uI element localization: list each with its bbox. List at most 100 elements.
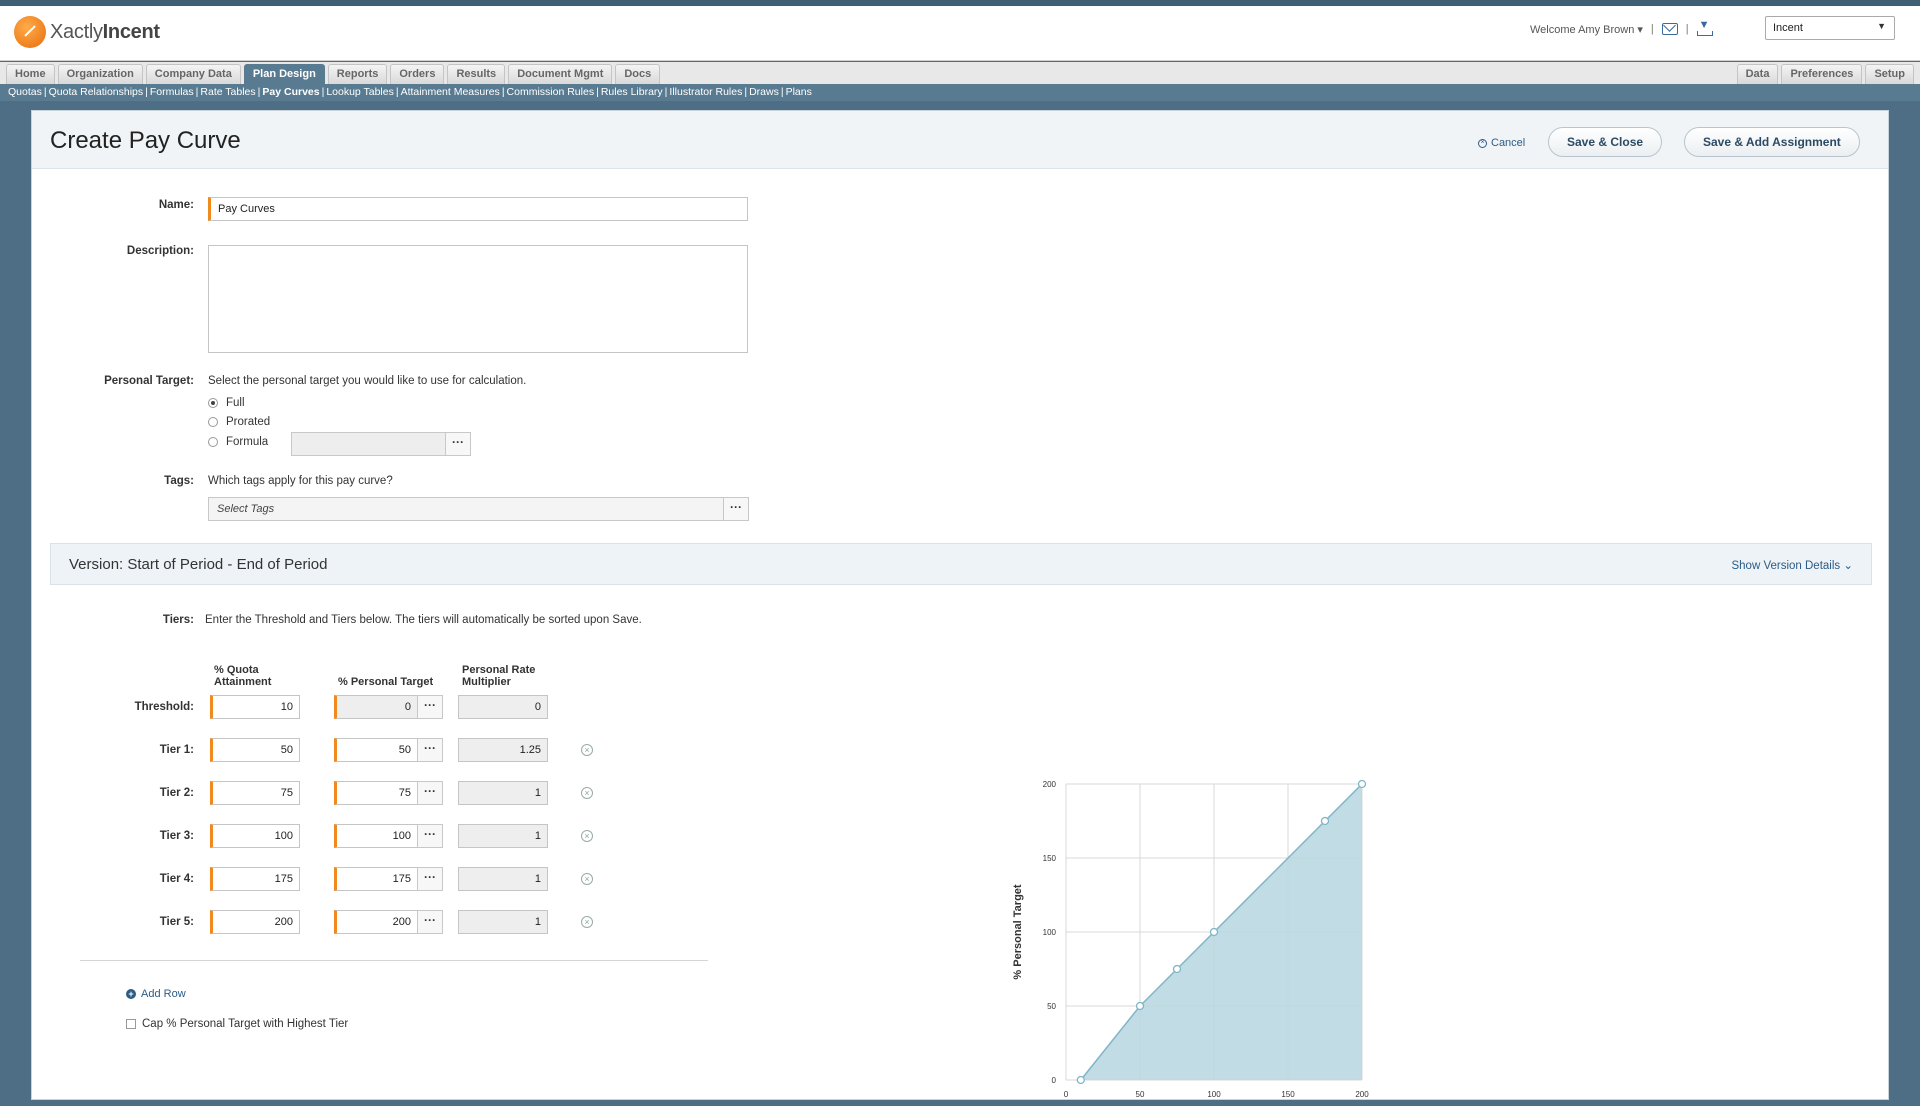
personal-target-input[interactable]: 200 — [334, 910, 418, 934]
quota-attainment-input[interactable]: 100 — [210, 824, 300, 848]
tab-data[interactable]: Data — [1736, 64, 1779, 84]
tags-select[interactable]: Select Tags — [208, 497, 724, 521]
quota-attainment-input[interactable]: 10 — [210, 695, 300, 719]
y-axis-label: % Personal Target — [1012, 884, 1024, 979]
app-select[interactable]: Incent ▼ — [1765, 16, 1895, 40]
subnav-rate-tables[interactable]: Rate Tables — [200, 86, 255, 98]
tab-plan-design[interactable]: Plan Design — [243, 64, 325, 84]
rate-multiplier-field: 1 — [458, 910, 548, 934]
tab-document-mgmt[interactable]: Document Mgmt — [508, 64, 613, 84]
app-header: XactlyIncent Welcome Amy Brown ▾ | | Inc… — [0, 6, 1920, 61]
radio-formula[interactable]: Formula — [208, 436, 268, 448]
cap-checkbox-row[interactable]: Cap % Personal Target with Highest Tier — [126, 1018, 348, 1030]
quota-attainment-input[interactable]: 75 — [210, 781, 300, 805]
target-formula-button[interactable]: ··· — [417, 695, 443, 719]
cancel-link[interactable]: × Cancel — [1478, 137, 1525, 149]
x-tick-label: 150 — [1281, 1090, 1295, 1099]
data-point — [1209, 927, 1219, 937]
logo-prefix: Xactly — [50, 20, 103, 43]
radio-button[interactable] — [208, 417, 218, 427]
tab-company-data[interactable]: Company Data — [145, 64, 241, 84]
target-formula-button[interactable]: ··· — [417, 738, 443, 762]
title-bar: Create Pay Curve × Cancel Save & Close S… — [32, 111, 1888, 169]
subnav-lookup-tables[interactable]: Lookup Tables — [326, 86, 394, 98]
personal-target-input[interactable]: 50 — [334, 738, 418, 762]
user-menu[interactable]: Welcome Amy Brown ▾ — [1530, 23, 1643, 36]
tier-row-label: Tier 1: — [159, 744, 194, 756]
radio-button[interactable] — [208, 398, 218, 408]
rate-multiplier-field: 0 — [458, 695, 548, 719]
tab-preferences[interactable]: Preferences — [1781, 64, 1863, 84]
target-formula-button[interactable]: ··· — [417, 781, 443, 805]
personal-target-input[interactable]: 100 — [334, 824, 418, 848]
tab-setup[interactable]: Setup — [1865, 64, 1914, 84]
x-tick-label: 200 — [1355, 1090, 1369, 1099]
target-formula-button[interactable]: ··· — [417, 824, 443, 848]
radio-prorated[interactable]: Prorated — [208, 416, 270, 428]
save-add-assignment-button[interactable]: Save & Add Assignment — [1684, 127, 1860, 157]
quota-attainment-input[interactable]: 50 — [210, 738, 300, 762]
data-point — [1357, 779, 1367, 789]
personal-target-hint: Select the personal target you would lik… — [208, 375, 527, 387]
save-close-button[interactable]: Save & Close — [1548, 127, 1663, 157]
logo[interactable]: XactlyIncent — [14, 16, 160, 48]
radio-full[interactable]: Full — [208, 397, 245, 409]
add-row-button[interactable]: + Add Row — [126, 988, 186, 1000]
personal-target-input[interactable]: 0 — [334, 695, 418, 719]
subnav-draws[interactable]: Draws — [749, 86, 779, 98]
subnav-rules-library[interactable]: Rules Library — [601, 86, 663, 98]
data-point — [1076, 1075, 1085, 1085]
remove-row-icon[interactable]: × — [581, 787, 593, 799]
y-tick-label: 150 — [1043, 854, 1057, 863]
subnav-plans[interactable]: Plans — [786, 86, 812, 98]
personal-target-input[interactable]: 175 — [334, 867, 418, 891]
target-formula-button[interactable]: ··· — [417, 910, 443, 934]
data-point — [1135, 1001, 1145, 1011]
page-title: Create Pay Curve — [50, 127, 241, 154]
tags-hint: Which tags apply for this pay curve? — [208, 475, 393, 487]
tier-row-label: Tier 4: — [159, 873, 194, 885]
tab-orders[interactable]: Orders — [390, 64, 445, 84]
main-panel: Create Pay Curve × Cancel Save & Close S… — [31, 110, 1889, 1100]
remove-row-icon[interactable]: × — [581, 744, 593, 756]
tier-row-label: Tier 3: — [159, 830, 194, 842]
cap-checkbox[interactable] — [126, 1019, 136, 1029]
mail-icon[interactable] — [1661, 23, 1678, 35]
subnav-commission-rules[interactable]: Commission Rules — [507, 86, 595, 98]
y-tick-label: 0 — [1052, 1076, 1057, 1085]
tab-docs[interactable]: Docs — [615, 64, 661, 84]
download-icon[interactable] — [1696, 19, 1713, 36]
y-tick-label: 200 — [1043, 780, 1057, 789]
subnav-pay-curves[interactable]: Pay Curves — [262, 86, 319, 98]
subnav-quota-relationships[interactable]: Quota Relationships — [49, 86, 144, 98]
quota-attainment-input[interactable]: 200 — [210, 910, 300, 934]
version-title: Version: Start of Period - End of Period — [69, 556, 328, 573]
subnav-formulas[interactable]: Formulas — [150, 86, 194, 98]
tab-reports[interactable]: Reports — [327, 64, 388, 84]
description-textarea[interactable] — [208, 245, 748, 353]
target-formula-button[interactable]: ··· — [417, 867, 443, 891]
tab-home[interactable]: Home — [6, 64, 55, 84]
name-input[interactable]: Pay Curves — [208, 197, 748, 221]
tags-picker-button[interactable]: ··· — [723, 497, 749, 521]
remove-row-icon[interactable]: × — [581, 916, 593, 928]
formula-picker-button[interactable]: ··· — [445, 432, 471, 456]
description-label: Description: — [126, 245, 194, 257]
quota-attainment-input[interactable]: 175 — [210, 867, 300, 891]
tab-results[interactable]: Results — [447, 64, 506, 84]
x-tick-label: 100 — [1207, 1090, 1221, 1099]
chevron-down-icon: ▼ — [1877, 21, 1886, 31]
y-tick-label: 50 — [1047, 1002, 1056, 1011]
subnav-illustrator-rules[interactable]: Illustrator Rules — [669, 86, 742, 98]
tab-organization[interactable]: Organization — [57, 64, 143, 84]
subnav-attainment-measures[interactable]: Attainment Measures — [401, 86, 500, 98]
subnav-quotas[interactable]: Quotas — [8, 86, 42, 98]
personal-target-input[interactable]: 75 — [334, 781, 418, 805]
remove-row-icon[interactable]: × — [581, 830, 593, 842]
remove-row-icon[interactable]: × — [581, 873, 593, 885]
col-header-target: % Personal Target — [338, 676, 434, 688]
show-version-details-link[interactable]: Show Version Details ⌄ — [1731, 558, 1853, 572]
radio-button[interactable] — [208, 437, 218, 447]
nav-tabs-right: Data Preferences Setup — [1736, 64, 1914, 84]
x-tick-label: 50 — [1136, 1090, 1145, 1099]
